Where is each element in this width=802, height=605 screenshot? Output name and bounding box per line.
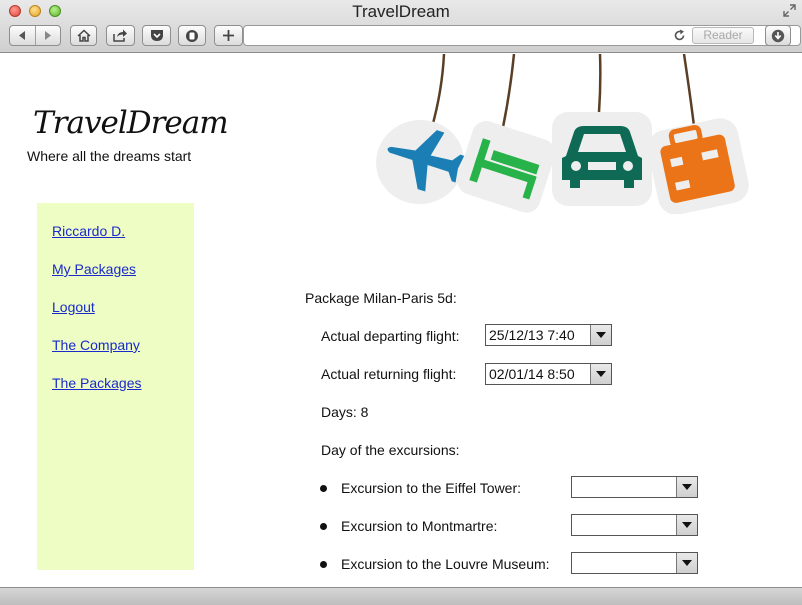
returning-flight-select[interactable]: 02/01/14 8:50	[485, 363, 612, 385]
share-icon	[113, 29, 127, 42]
reload-icon[interactable]	[673, 29, 686, 42]
bullet	[320, 523, 327, 530]
bed-icon	[457, 121, 556, 213]
excursions-heading: Day of the excursions:	[321, 442, 460, 458]
hand-stop-icon	[186, 29, 198, 42]
browser-toolbar: TravelDream Reader	[0, 0, 802, 53]
address-bar[interactable]: Reader	[243, 25, 801, 46]
fullscreen-icon[interactable]	[783, 4, 796, 17]
new-tab-button[interactable]	[214, 25, 243, 46]
pocket-icon	[150, 30, 163, 41]
back-arrow-icon	[18, 31, 25, 40]
car-icon	[552, 112, 652, 206]
excursion-label-eiffel: Excursion to the Eiffel Tower:	[341, 480, 522, 496]
sidebar-item-profile[interactable]: Riccardo D.	[52, 223, 125, 239]
forward-button[interactable]	[34, 26, 61, 45]
chevron-down-icon	[590, 364, 611, 384]
forward-arrow-icon	[45, 31, 52, 40]
chevron-down-icon	[590, 325, 611, 345]
downloads-button[interactable]	[765, 25, 791, 46]
back-button[interactable]	[10, 26, 35, 45]
web-page: TravelDream Where all the dreams start R…	[0, 54, 802, 587]
home-button[interactable]	[70, 25, 97, 46]
download-icon	[771, 29, 785, 42]
travel-banner	[376, 54, 749, 214]
plus-icon	[223, 30, 234, 41]
extension-button[interactable]	[178, 25, 206, 46]
sidebar-nav: Riccardo D. My Packages Logout The Compa…	[37, 203, 194, 570]
window-title: TravelDream	[352, 2, 450, 21]
suitcase-icon	[647, 118, 749, 214]
chevron-down-icon	[676, 515, 697, 535]
bullet	[320, 485, 327, 492]
excursion-louvre-select[interactable]	[571, 552, 698, 574]
chevron-down-icon	[676, 553, 697, 573]
days-count: Days: 8	[321, 404, 369, 420]
excursion-label-louvre: Excursion to the Louvre Museum:	[341, 556, 550, 572]
package-title: Package Milan-Paris 5d:	[305, 290, 457, 306]
bullet	[320, 561, 327, 568]
site-logo[interactable]: TravelDream	[33, 105, 229, 141]
pocket-button[interactable]	[142, 25, 171, 46]
returning-flight-value: 02/01/14 8:50	[489, 366, 575, 382]
excursion-eiffel-select[interactable]	[571, 476, 698, 498]
excursion-montmartre-select[interactable]	[571, 514, 698, 536]
share-button[interactable]	[106, 25, 135, 46]
departing-flight-label: Actual departing flight:	[321, 328, 460, 344]
status-bar	[0, 587, 802, 605]
sidebar-item-the-packages[interactable]: The Packages	[52, 375, 142, 391]
returning-flight-label: Actual returning flight:	[321, 366, 457, 382]
sidebar-item-logout[interactable]: Logout	[52, 299, 95, 315]
departing-flight-select[interactable]: 25/12/13 7:40	[485, 324, 612, 346]
home-icon	[76, 29, 91, 42]
plane-icon	[376, 119, 465, 205]
departing-flight-value: 25/12/13 7:40	[489, 327, 575, 343]
reader-button[interactable]: Reader	[692, 27, 754, 44]
sidebar-item-the-company[interactable]: The Company	[52, 337, 140, 353]
excursion-label-montmartre: Excursion to Montmartre:	[341, 518, 498, 534]
sidebar-item-my-packages[interactable]: My Packages	[52, 261, 136, 277]
back-forward-group	[9, 25, 61, 46]
site-tagline: Where all the dreams start	[27, 148, 192, 164]
chevron-down-icon	[676, 477, 697, 497]
